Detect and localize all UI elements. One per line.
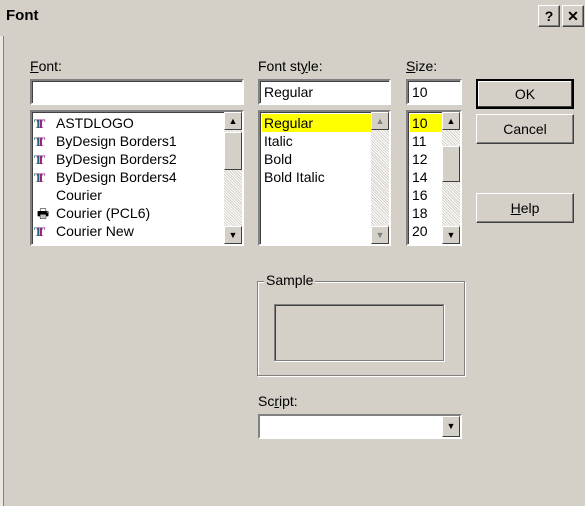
list-item-label: 14	[412, 169, 428, 185]
scroll-thumb[interactable]	[224, 132, 242, 170]
script-label: Script:	[258, 393, 298, 409]
list-item-label: Bold Italic	[264, 169, 325, 185]
list-item[interactable]: Italic	[262, 132, 295, 150]
list-item[interactable]: 16	[410, 186, 430, 204]
list-item-label: 10	[410, 114, 442, 132]
list-item[interactable]: TT Courier New	[34, 222, 136, 240]
list-item[interactable]: Bold Italic	[262, 168, 327, 186]
scroll-up-icon[interactable]: ▲	[371, 112, 389, 130]
list-item[interactable]: 11	[410, 132, 429, 150]
font-style-label: Font style:	[258, 58, 323, 74]
list-item-label: Courier	[56, 187, 102, 203]
scroll-up-icon[interactable]: ▲	[442, 112, 460, 130]
font-list[interactable]: TT ASTDLOGO TT ByDesign Borders1 TT ByDesign …	[30, 110, 244, 246]
list-item-label: 18	[412, 205, 428, 221]
truetype-icon: TT	[34, 134, 46, 149]
sample-label: Sample	[264, 272, 316, 288]
list-item-label: Bold	[264, 151, 293, 167]
font-label: Font:	[30, 58, 62, 74]
font-style-scrollbar[interactable]: ▲ ▼	[371, 112, 389, 244]
close-icon[interactable]: ✕	[562, 5, 584, 27]
list-item-label: 11	[412, 133, 427, 149]
scroll-down-icon[interactable]: ▼	[224, 226, 242, 244]
list-item[interactable]: TT ASTDLOGO	[34, 114, 136, 132]
help-icon[interactable]: ?	[538, 5, 560, 27]
list-item-label: ByDesign Borders1	[56, 133, 177, 149]
size-list[interactable]: 10 11 12 14 16 18 20 ▲ ▼	[406, 110, 462, 246]
list-item[interactable]: 🖶 Courier (PCL6)	[34, 204, 152, 222]
scroll-down-icon[interactable]: ▼	[371, 226, 389, 244]
truetype-icon: TT	[34, 170, 46, 185]
scroll-thumb[interactable]	[442, 146, 460, 182]
list-item[interactable]: TT ByDesign Borders4	[34, 168, 179, 186]
truetype-icon: TT	[34, 116, 46, 131]
truetype-icon: TT	[34, 152, 46, 167]
font-input[interactable]	[30, 79, 244, 105]
list-item[interactable]: Courier	[34, 186, 104, 204]
font-style-input[interactable]: Regular	[258, 79, 391, 105]
list-item-label: Courier New	[56, 223, 134, 239]
list-item[interactable]: 14	[410, 168, 430, 186]
list-item[interactable]: TT ByDesign Borders2	[34, 150, 179, 168]
list-item[interactable]: TT ByDesign Borders1	[34, 132, 179, 150]
printer-font-icon: 🖶	[36, 206, 50, 221]
scroll-up-icon[interactable]: ▲	[224, 112, 242, 130]
list-item-label: Italic	[264, 133, 293, 149]
list-item[interactable]: Bold	[262, 150, 294, 168]
window-edge	[0, 36, 4, 506]
title-bar: Font ? ✕	[0, 0, 585, 36]
truetype-icon: TT	[34, 224, 46, 239]
script-select[interactable]: ▼	[258, 414, 462, 439]
size-input[interactable]: 10	[406, 79, 462, 105]
list-item[interactable]: 20	[410, 222, 430, 240]
list-item-label: 16	[412, 187, 428, 203]
font-list-scrollbar[interactable]: ▲ ▼	[224, 112, 242, 244]
list-item-label: 20	[412, 223, 428, 239]
list-item[interactable]: Regular	[262, 114, 372, 132]
font-style-list[interactable]: Regular Italic Bold Bold Italic ▲ ▼	[258, 110, 391, 246]
list-item-label: 12	[412, 151, 428, 167]
list-item-label: ByDesign Borders2	[56, 151, 177, 167]
sample-preview	[274, 304, 444, 361]
cancel-button[interactable]: Cancel	[476, 114, 574, 144]
list-item-label: ASTDLOGO	[56, 115, 134, 131]
help-button[interactable]: Help	[476, 193, 574, 223]
chevron-down-icon[interactable]: ▼	[442, 416, 460, 437]
size-list-scrollbar[interactable]: ▲ ▼	[442, 112, 460, 244]
size-label: Size:	[406, 58, 438, 74]
list-item[interactable]: 12	[410, 150, 430, 168]
list-item[interactable]: 10	[410, 114, 442, 132]
window-title: Font	[6, 7, 39, 24]
list-item-label: ByDesign Borders4	[56, 169, 177, 185]
list-item-label: Regular	[262, 114, 372, 132]
scroll-down-icon[interactable]: ▼	[442, 226, 460, 244]
list-item-label: Courier (PCL6)	[56, 205, 151, 221]
list-item[interactable]: 18	[410, 204, 430, 222]
ok-button[interactable]: OK	[476, 79, 574, 109]
